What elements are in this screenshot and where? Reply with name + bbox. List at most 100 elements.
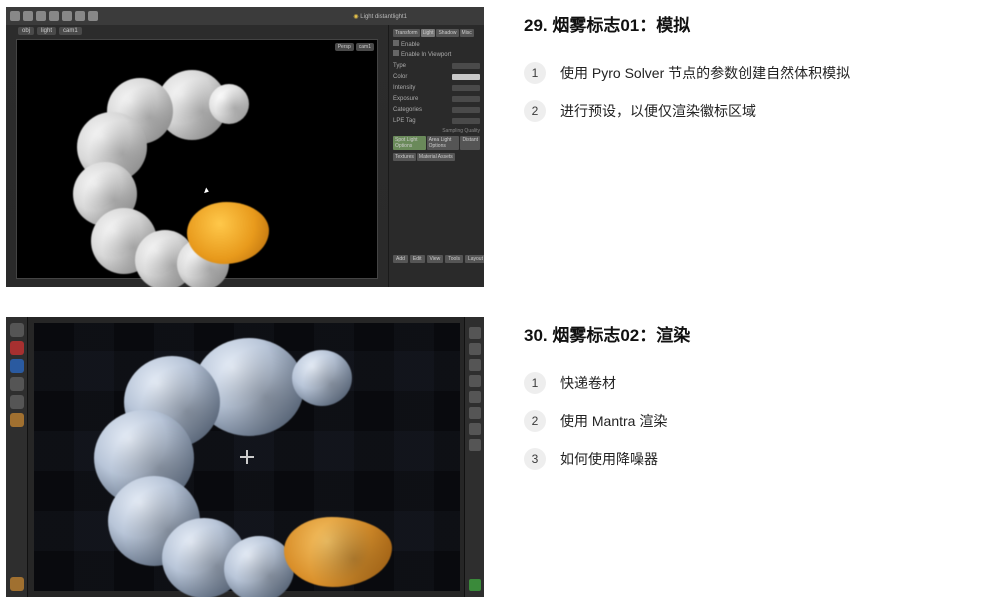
option-icon[interactable]	[469, 391, 481, 403]
option-icon[interactable]	[469, 375, 481, 387]
viewport-menu-item[interactable]: Persp	[335, 43, 354, 51]
option-icon[interactable]	[469, 423, 481, 435]
viewport[interactable]: Persp cam1	[16, 39, 378, 279]
cursor-icon	[204, 187, 210, 194]
panel-title: ◉ Light distantlight1	[353, 13, 407, 20]
option-icon[interactable]	[469, 439, 481, 451]
footer-button[interactable]: Tools	[445, 255, 463, 263]
viewport-menu: Persp cam1	[335, 43, 374, 51]
crosshair-icon	[240, 450, 254, 464]
step-text: 使用 Pyro Solver 节点的参数创建自然体积模拟	[560, 63, 850, 83]
param-label: Exposure	[393, 96, 418, 102]
render-view-ui	[6, 317, 484, 597]
tool-icon[interactable]	[10, 359, 24, 373]
orange-blob	[284, 517, 392, 587]
tool-icon[interactable]	[10, 377, 24, 391]
param-slider[interactable]	[452, 85, 480, 91]
right-toolbar	[464, 317, 484, 597]
path-breadcrumb: obj light cam1	[18, 27, 85, 35]
option-icon[interactable]	[469, 407, 481, 419]
sub-tab[interactable]: Spot Light Options	[393, 136, 426, 150]
footer-button[interactable]: Add	[393, 255, 408, 263]
param-tab[interactable]: Shadow	[436, 29, 458, 37]
sub-tabs: Spot Light Options Area Light Options Di…	[393, 136, 480, 150]
toolbar-icon[interactable]	[36, 11, 46, 21]
viewport-menu-item[interactable]: cam1	[356, 43, 374, 51]
lesson-row-30: 30. 烟雾标志02：渲染 1 快递卷材 2 使用 Mantra 渲染 3 如何使用降…	[0, 287, 1002, 597]
toolbar-icon[interactable]	[62, 11, 72, 21]
param-slider[interactable]	[452, 96, 480, 102]
app-toolbar: ◉ Light distantlight1	[6, 7, 484, 25]
houdini-ui: ◉ Light distantlight1 obj light cam1 Per…	[6, 7, 484, 287]
breadcrumb-item[interactable]: light	[37, 27, 56, 35]
smoke-c-shape	[77, 70, 287, 280]
footer-button[interactable]: View	[427, 255, 444, 263]
breadcrumb-item[interactable]: obj	[18, 27, 34, 35]
step-number: 2	[524, 410, 546, 432]
lesson-info-30: 30. 烟雾标志02：渲染 1 快递卷材 2 使用 Mantra 渲染 3 如何使用降…	[524, 317, 690, 486]
step-number: 1	[524, 372, 546, 394]
toolbar-icon[interactable]	[23, 11, 33, 21]
option-icon[interactable]	[469, 327, 481, 339]
param-tab[interactable]: Misc	[460, 29, 474, 37]
lesson-step: 1 快递卷材	[524, 372, 690, 394]
lesson-title: 29. 烟雾标志01：模拟	[524, 11, 850, 36]
toolbar-icon[interactable]	[88, 11, 98, 21]
sub-tabs-2: Textures Material Assets	[393, 153, 480, 161]
checkbox[interactable]	[393, 50, 399, 56]
smoke-c-render	[104, 338, 404, 593]
step-number: 3	[524, 448, 546, 470]
param-label: Categories	[393, 107, 422, 113]
lesson-step: 2 使用 Mantra 渲染	[524, 410, 690, 432]
sub-tab[interactable]: Distant	[460, 136, 480, 150]
lesson-row-29: ◉ Light distantlight1 obj light cam1 Per…	[0, 0, 1002, 287]
parameters-panel: Transform Light Shadow Misc Enable Enabl…	[388, 25, 484, 287]
tool-icon[interactable]	[10, 395, 24, 409]
toolbar-icon[interactable]	[75, 11, 85, 21]
play-icon[interactable]	[469, 579, 481, 591]
step-number: 2	[524, 100, 546, 122]
lesson-title: 30. 烟雾标志02：渲染	[524, 321, 690, 346]
color-swatch[interactable]	[452, 74, 480, 80]
lesson-steps: 1使用 Pyro Solver 节点的参数创建自然体积模拟 2进行预设，以便仅渲…	[524, 62, 850, 122]
orange-blob	[187, 202, 269, 264]
param-input[interactable]	[452, 118, 480, 124]
checkbox[interactable]	[393, 40, 399, 46]
render-canvas[interactable]	[34, 323, 460, 591]
param-tab[interactable]: Light	[421, 29, 436, 37]
step-text: 快递卷材	[560, 373, 616, 393]
param-label: Color	[393, 74, 407, 80]
sub-tab[interactable]: Textures	[393, 153, 416, 161]
param-tabs: Transform Light Shadow Misc	[393, 29, 480, 37]
lesson-step: 1 使用 Pyro Solver 节点的参数创建自然体积模拟	[524, 62, 850, 84]
tool-icon[interactable]	[10, 323, 24, 337]
lesson-steps: 1 快递卷材 2 使用 Mantra 渲染 3 如何使用降噪器	[524, 372, 690, 470]
lesson-info-29: 29. 烟雾标志01：模拟 1 使用 Pyro Solver 节点的参数创建自然体…	[524, 7, 850, 138]
footer-button[interactable]: Edit	[410, 255, 425, 263]
breadcrumb-item[interactable]: cam1	[59, 27, 82, 35]
sub-tab[interactable]: Material Assets	[417, 153, 455, 161]
lesson-thumbnail-29: ◉ Light distantlight1 obj light cam1 Per…	[6, 7, 484, 287]
param-label: LPE Tag	[393, 118, 416, 124]
step-text: 使用 Mantra 渲染	[560, 411, 667, 431]
option-icon[interactable]	[469, 359, 481, 371]
tool-icon[interactable]	[10, 577, 24, 591]
toolbar-icon[interactable]	[49, 11, 59, 21]
footer-button[interactable]: Layout	[465, 255, 484, 263]
check-label: Enable In Viewport	[401, 52, 451, 58]
param-label: Intensity	[393, 85, 415, 91]
tool-icon[interactable]	[10, 341, 24, 355]
step-text: 如何使用降噪器	[560, 449, 658, 469]
panel-title-text: Light distantlight1	[360, 14, 407, 20]
check-label: Enable	[401, 42, 420, 48]
option-icon[interactable]	[469, 343, 481, 355]
param-input[interactable]	[452, 107, 480, 113]
left-toolbar	[6, 317, 28, 597]
step-number: 1	[524, 62, 546, 84]
tool-icon[interactable]	[10, 413, 24, 427]
sub-tab[interactable]: Area Light Options	[427, 136, 460, 150]
footer-buttons: Add Edit View Tools Layout	[393, 255, 484, 263]
toolbar-icon[interactable]	[10, 11, 20, 21]
param-value[interactable]	[452, 63, 480, 69]
param-tab[interactable]: Transform	[393, 29, 420, 37]
